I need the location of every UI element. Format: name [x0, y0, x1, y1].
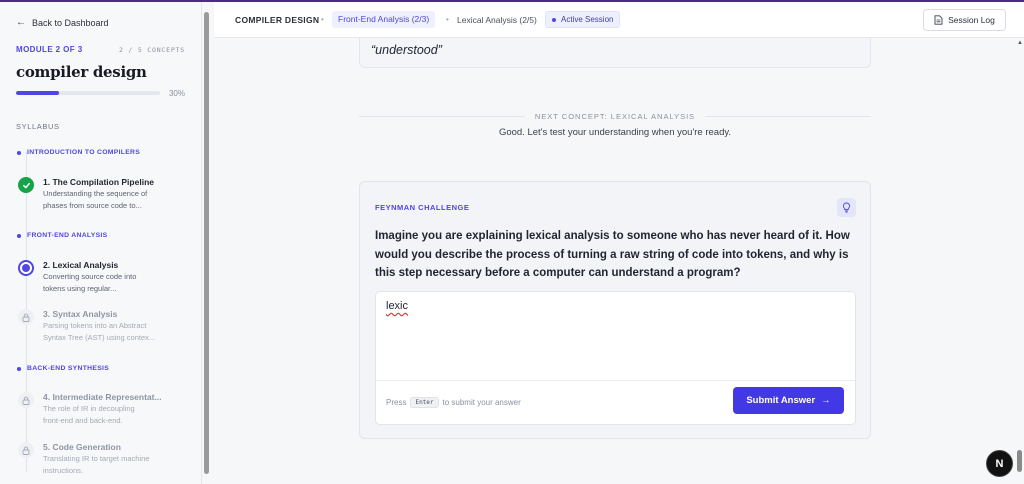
- lock-icon: [18, 309, 34, 325]
- section-dot-icon: [17, 150, 21, 155]
- previous-message-card: “understood”: [359, 38, 871, 68]
- back-label: Back to Dashboard: [32, 17, 109, 28]
- section-label: BACK-END SYNTHESIS: [27, 365, 110, 372]
- avatar[interactable]: N: [986, 450, 1013, 477]
- breadcrumb-separator: •: [321, 15, 324, 24]
- submit-answer-button[interactable]: Submit Answer →: [733, 387, 844, 414]
- submit-hint: Press Enter to submit your answer: [386, 397, 521, 408]
- sidebar-scrollbar[interactable]: [204, 12, 209, 474]
- syllabus-item-syntax-analysis[interactable]: 3. Syntax Analysis Parsing tokens into a…: [18, 309, 188, 343]
- top-header: COMPILER DESIGN • Front-End Analysis (2/…: [214, 2, 1024, 38]
- answer-box: lexic Press Enter to submit your answer …: [375, 291, 856, 425]
- quote-text: “understood”: [371, 43, 442, 57]
- status-dot-icon: [552, 17, 556, 22]
- item-desc: instructions.: [43, 465, 84, 475]
- check-circle-icon: [18, 177, 34, 193]
- item-desc: Translating IR to target machine: [43, 454, 150, 463]
- feynman-challenge-card: FEYNMAN CHALLENGE Imagine you are explai…: [359, 181, 871, 439]
- session-log-label: Session Log: [948, 15, 995, 25]
- section-label: FRONT-END ANALYSIS: [27, 232, 108, 239]
- item-desc: Converting source code into: [43, 272, 137, 281]
- sidebar: ← Back to Dashboard MODULE 2 OF 3 2 / 5 …: [0, 2, 202, 484]
- answer-textarea[interactable]: lexic: [386, 300, 846, 370]
- section-back-end: BACK-END SYNTHESIS: [16, 365, 109, 372]
- progress-bar: [16, 91, 160, 95]
- arrow-left-icon: ←: [16, 17, 26, 28]
- document-icon: [934, 15, 943, 25]
- module-label: MODULE 2 OF 3: [16, 45, 83, 54]
- breadcrumb-course[interactable]: COMPILER DESIGN: [235, 15, 319, 25]
- progress-percent: 30%: [168, 89, 185, 98]
- back-to-dashboard-link[interactable]: ← Back to Dashboard: [16, 17, 109, 28]
- section-front-end: FRONT-END ANALYSIS: [16, 232, 107, 239]
- section-introduction: INTRODUCTION TO COMPILERS: [16, 149, 140, 156]
- item-title: 1. The Compilation Pipeline: [43, 177, 154, 187]
- concepts-count: 2 / 5 CONCEPTS: [119, 46, 185, 54]
- next-concept-divider: NEXT CONCEPT: LEXICAL ANALYSIS: [359, 112, 872, 121]
- item-desc: tokens using regular...: [43, 283, 117, 293]
- syllabus-item-lexical-analysis[interactable]: 2. Lexical Analysis Converting source co…: [18, 260, 188, 294]
- item-title: 2. Lexical Analysis: [43, 260, 119, 270]
- syllabus-heading: SYLLABUS: [16, 122, 60, 131]
- syllabus-item-code-generation[interactable]: 5. Code Generation Translating IR to tar…: [18, 442, 188, 476]
- session-log-button[interactable]: Session Log: [923, 9, 1006, 31]
- section-dot-icon: [17, 233, 21, 238]
- session-status-label: Active Session: [561, 15, 614, 24]
- item-title: 4. Intermediate Representat...: [43, 392, 162, 402]
- next-concept-message: Good. Let's test your understanding when…: [498, 127, 732, 138]
- progress-fill: [16, 91, 60, 95]
- breadcrumb-module[interactable]: Front-End Analysis (2/3): [332, 11, 436, 28]
- challenge-question: Imagine you are explaining lexical analy…: [375, 230, 850, 279]
- breadcrumb-concept[interactable]: Lexical Analysis (2/5): [457, 15, 537, 25]
- challenge-label: FEYNMAN CHALLENGE: [375, 203, 470, 212]
- breadcrumb-separator: •: [446, 15, 449, 24]
- item-desc: Syntax Tree (AST) using contex...: [43, 332, 156, 342]
- lightbulb-icon[interactable]: [837, 198, 856, 217]
- submit-label: Submit Answer: [746, 395, 816, 406]
- item-title: 5. Code Generation: [43, 442, 121, 452]
- item-desc: The role of IR in decoupling: [43, 404, 135, 413]
- enter-key-badge: Enter: [410, 397, 439, 408]
- section-label: INTRODUCTION TO COMPILERS: [27, 149, 141, 156]
- section-dot-icon: [17, 366, 21, 371]
- arrow-right-icon: →: [821, 395, 831, 406]
- item-title: 3. Syntax Analysis: [43, 309, 118, 319]
- lock-icon: [18, 392, 34, 408]
- session-status-badge: Active Session: [545, 11, 621, 28]
- syllabus-item-intermediate-representation[interactable]: 4. Intermediate Representat... The role …: [18, 392, 188, 426]
- item-desc: Parsing tokens into an Abstract: [43, 321, 147, 330]
- syllabus-item-compilation-pipeline[interactable]: 1. The Compilation Pipeline Understandin…: [18, 177, 188, 211]
- main-content: “understood” NEXT CONCEPT: LEXICAL ANALY…: [214, 38, 1012, 484]
- item-desc: Understanding the sequence of: [43, 189, 148, 198]
- main-scrollbar[interactable]: ▲: [1017, 40, 1023, 478]
- scroll-up-icon[interactable]: ▲: [1017, 40, 1023, 46]
- course-title: compiler design: [16, 63, 147, 81]
- next-concept-label: NEXT CONCEPT: LEXICAL ANALYSIS: [534, 112, 696, 121]
- item-desc: phases from source code to...: [43, 200, 142, 210]
- scrollbar-thumb[interactable]: [1017, 450, 1022, 472]
- lock-icon: [18, 442, 34, 458]
- current-step-icon: [18, 260, 34, 276]
- item-desc: front-end and back-end.: [43, 415, 123, 425]
